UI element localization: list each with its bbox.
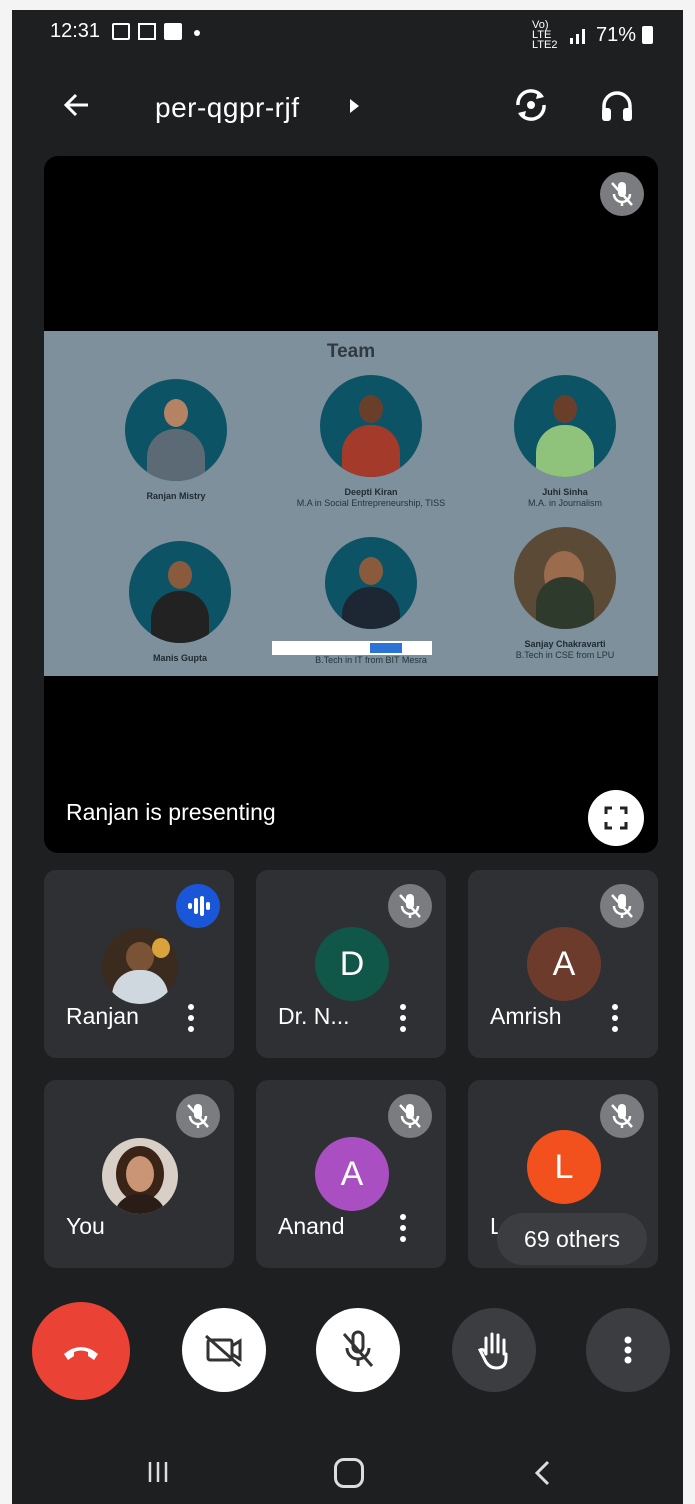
mic-muted-icon — [388, 884, 432, 928]
participant-tile[interactable]: A Amrish — [468, 870, 658, 1058]
camera-off-icon — [205, 1334, 242, 1368]
end-call-button[interactable] — [32, 1302, 130, 1400]
signal-icon — [569, 29, 585, 44]
presentation-mic-muted-icon — [600, 172, 644, 216]
team-member-card: Sanjay Chakravarti B.Tech in CSE from LP… — [460, 527, 658, 661]
caption-overlay — [272, 641, 432, 655]
participant-more-icon[interactable] — [396, 1002, 410, 1034]
fullscreen-button[interactable] — [588, 790, 644, 846]
mic-toggle-button[interactable] — [316, 1308, 400, 1392]
meeting-details-caret-icon[interactable] — [350, 99, 359, 113]
team-member-card: Juhi Sinha M.A. in Journalism — [460, 375, 658, 509]
raise-hand-button[interactable] — [452, 1308, 536, 1392]
participant-initial-avatar: A — [527, 927, 601, 1001]
presentation-tile[interactable]: Team Ranjan Mistry Deepti Kiran M.A in S… — [44, 156, 658, 853]
team-member-name: Deepti Kiran — [344, 487, 398, 497]
speaking-indicator-icon — [176, 884, 220, 928]
team-member-name: Sanjay Chakravarti — [524, 639, 606, 649]
headphones-audio-icon[interactable] — [599, 88, 635, 124]
participant-initial-avatar: A — [315, 1137, 389, 1211]
mic-muted-icon — [388, 1094, 432, 1138]
network-indicator: Vo) LTE LTE2 — [531, 19, 558, 51]
participant-name: Dr. N... — [278, 1003, 350, 1029]
app-bar: per-qgpr-rjf — [12, 68, 683, 138]
participant-name: Anand — [278, 1213, 345, 1239]
team-member-photo — [514, 375, 616, 477]
recent-apps-icon[interactable] — [146, 1460, 170, 1484]
team-member-photo — [320, 375, 422, 477]
participant-more-icon[interactable] — [184, 1002, 198, 1034]
team-member-name: Juhi Sinha — [542, 487, 588, 497]
more-vert-icon — [624, 1336, 632, 1364]
mic-muted-icon — [600, 1094, 644, 1138]
raise-hand-icon — [477, 1332, 508, 1370]
status-time: 12:31 — [50, 20, 101, 42]
switch-camera-icon[interactable] — [512, 86, 550, 124]
mic-off-icon — [342, 1330, 374, 1367]
camera-toggle-button[interactable] — [182, 1308, 266, 1392]
team-member-role: B.Tech in CSE from LPU — [515, 650, 615, 660]
team-member-role: B.Tech in IT from BIT Mesra — [315, 655, 427, 665]
slide-title: Team — [326, 341, 376, 362]
gmail-notification-icon — [138, 23, 156, 40]
participant-name: Amrish — [490, 1003, 562, 1029]
caption-button — [370, 643, 402, 653]
more-notifications-dot — [194, 30, 200, 36]
meet-call-screen: 12:31 Vo) LTE LTE2 71% per-qgpr-rjf Team… — [12, 10, 683, 1504]
participant-photo-avatar — [102, 928, 178, 1004]
status-right: Vo) LTE LTE2 71% — [531, 19, 653, 51]
participant-initial-avatar: D — [315, 927, 389, 1001]
team-member-photo — [129, 541, 231, 643]
battery-percent: 71% — [595, 23, 636, 46]
team-member-role: M.A. in Journalism — [527, 498, 603, 508]
team-member-photo — [514, 527, 616, 629]
mic-muted-icon — [600, 884, 644, 928]
battery-icon — [642, 26, 653, 44]
team-member-role: M.A in Social Entrepreneurship, TISS — [296, 498, 446, 508]
participant-more-icon[interactable] — [396, 1212, 410, 1244]
team-member-name: Ranjan Mistry — [146, 491, 206, 501]
mic-muted-icon — [176, 1094, 220, 1138]
participant-name: You — [66, 1213, 105, 1239]
gallery-notification-icon — [112, 23, 130, 40]
participant-tile[interactable]: A Anand — [256, 1080, 446, 1268]
more-options-button[interactable] — [586, 1308, 670, 1392]
system-navigation-bar — [12, 1430, 683, 1504]
participant-more-icon[interactable] — [608, 1002, 622, 1034]
shared-slide: Team Ranjan Mistry Deepti Kiran M.A in S… — [44, 331, 658, 676]
nav-back-icon[interactable] — [528, 1458, 558, 1488]
participant-name: Ranjan — [66, 1003, 139, 1029]
participant-tile[interactable]: Ranjan — [44, 870, 234, 1058]
presenting-label: Ranjan is presenting — [66, 799, 276, 825]
others-count-pill[interactable]: 69 others — [497, 1213, 647, 1265]
status-bar: 12:31 Vo) LTE LTE2 71% — [12, 10, 683, 54]
team-member-name: Manis Gupta — [152, 653, 207, 663]
team-member-card: Manis Gupta — [75, 541, 285, 664]
participant-tile[interactable]: D Dr. N... — [256, 870, 446, 1058]
home-icon[interactable] — [334, 1458, 364, 1488]
team-member-photo — [125, 379, 227, 481]
team-member-photo — [325, 537, 417, 629]
team-member-card: Ranjan Mistry — [71, 379, 281, 502]
team-member-card: Deepti Kiran M.A in Social Entrepreneurs… — [266, 375, 476, 509]
back-arrow-icon[interactable] — [62, 90, 92, 120]
participant-tile-self[interactable]: You — [44, 1080, 234, 1268]
app-notification-icon — [164, 23, 182, 40]
participant-initial-avatar: L — [527, 1130, 601, 1204]
hang-up-icon — [64, 1347, 98, 1360]
fullscreen-icon — [604, 806, 628, 830]
participant-photo-avatar — [102, 1138, 178, 1214]
meeting-code[interactable]: per-qgpr-rjf — [155, 92, 299, 124]
